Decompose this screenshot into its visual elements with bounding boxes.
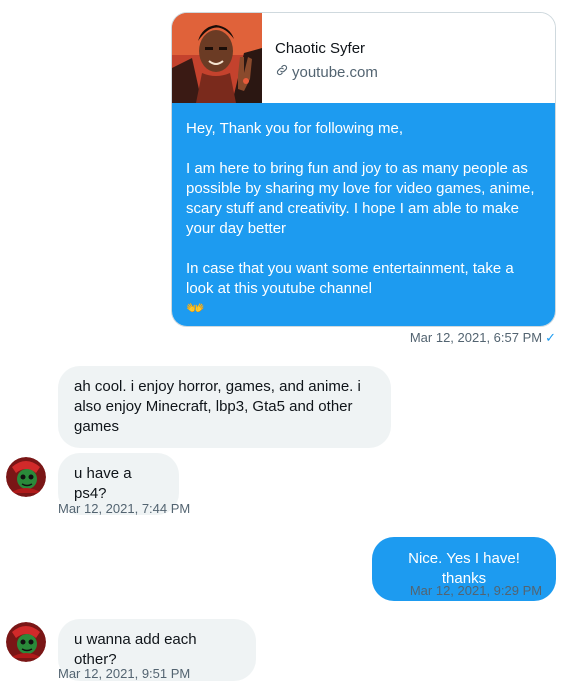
- open-hands-emoji: 👐: [186, 300, 205, 317]
- user-avatar[interactable]: [6, 622, 46, 662]
- link-card-message-text: Hey, Thank you for following me, I am he…: [172, 103, 555, 326]
- sent-link-card-message[interactable]: Chaotic Syfer youtube.com Hey, Thank you…: [171, 12, 556, 327]
- message-paragraph-text: In case that you want some entertainment…: [186, 260, 514, 297]
- message-paragraph: I am here to bring fun and joy to as man…: [186, 160, 535, 237]
- message-timestamp: Mar 12, 2021, 9:29 PM ✓: [410, 583, 556, 599]
- message-timestamp: Mar 12, 2021, 7:44 PM: [58, 501, 191, 516]
- timestamp-text: Mar 12, 2021, 9:29 PM: [409, 583, 543, 598]
- message-timestamp: Mar 12, 2021, 6:57 PM ✓: [410, 330, 556, 346]
- link-icon: [275, 63, 289, 81]
- link-card-url[interactable]: youtube.com: [275, 63, 378, 81]
- checkmark-icon: ✓: [545, 583, 556, 598]
- message-timestamp: Mar 12, 2021, 9:51 PM: [58, 666, 191, 681]
- link-preview[interactable]: Chaotic Syfer youtube.com: [172, 13, 555, 103]
- link-card-title: Chaotic Syfer: [275, 40, 366, 57]
- channel-thumbnail-image: [172, 13, 262, 103]
- timestamp-text: Mar 12, 2021, 6:57 PM: [409, 330, 543, 345]
- user-avatar[interactable]: [6, 457, 46, 497]
- message-paragraph: In case that you want some entertainment…: [186, 259, 541, 319]
- message-paragraph: Hey, Thank you for following me,: [186, 120, 404, 137]
- link-card-url-text: youtube.com: [292, 63, 378, 81]
- checkmark-icon: ✓: [545, 330, 556, 345]
- received-message[interactable]: ah cool. i enjoy horror, games, and anim…: [58, 366, 391, 448]
